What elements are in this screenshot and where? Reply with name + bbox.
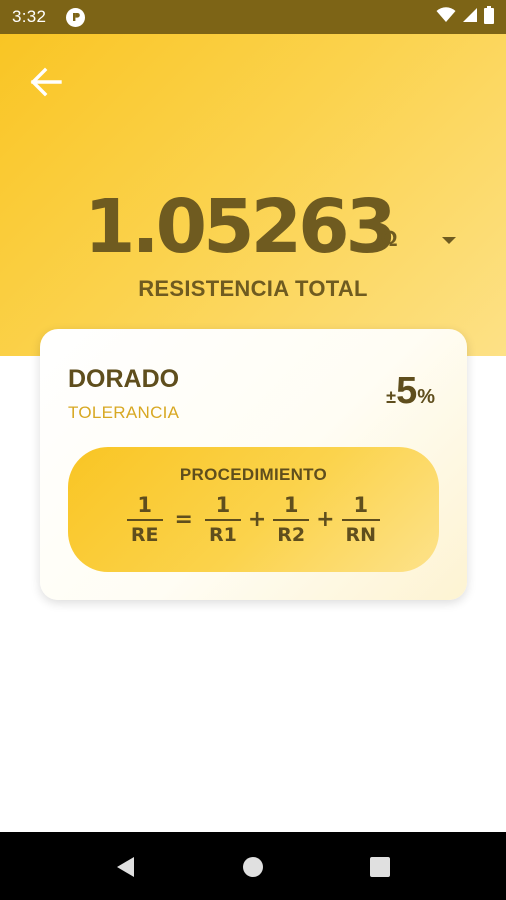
tolerance-card: DORADO TOLERANCIA ± 5 % PROCEDIMIENTO 1 … [40,329,467,600]
fraction-numerator: 1 [215,493,231,517]
nav-recents-button[interactable] [367,854,393,880]
formula-term-r2: 1 R2 [273,493,310,547]
app-notification-icon [66,7,86,27]
equals-sign: = [174,507,193,532]
band-subtitle: TOLERANCIA [68,403,180,422]
fraction-denominator: R1 [208,524,237,546]
tolerance-number: 5 [396,370,418,412]
procedure-panel: PROCEDIMIENTO 1 RE = 1 R1 + 1 R2 + 1 RN [68,447,439,572]
system-nav-bar [0,832,506,900]
result-label: RESISTENCIA TOTAL [138,276,368,301]
battery-icon [484,5,494,29]
back-triangle-icon [117,857,134,877]
band-name: DORADO [68,365,180,393]
plus-sign: + [316,507,335,532]
status-icons [436,5,494,29]
formula: 1 RE = 1 R1 + 1 R2 + 1 RN [68,493,439,547]
status-bar: 3:32 [0,0,506,34]
fraction-denominator: RN [345,524,377,546]
fraction-numerator: 1 [283,493,299,517]
fraction-denominator: R2 [277,524,306,546]
fraction-bar [204,519,241,521]
formula-term-r1: 1 R1 [204,493,241,547]
tolerance-suffix: % [417,386,435,408]
cell-signal-icon [462,7,478,28]
formula-lhs-fraction: 1 RE [126,493,163,547]
result-row: 1.05263 Ω [0,174,506,274]
formula-term-rn: 1 RN [341,493,381,547]
status-time: 3:32 [12,7,47,26]
fraction-bar [341,519,381,521]
plus-sign: + [247,507,267,532]
recents-square-icon [370,857,390,877]
wifi-icon [436,6,456,28]
fraction-bar [273,519,310,521]
arrow-left-icon [30,67,62,97]
home-circle-icon [243,857,263,877]
back-button[interactable] [26,62,66,102]
fraction-bar [126,519,163,521]
caret-down-icon [442,237,456,244]
fraction-denominator: RE [130,524,159,546]
fraction-numerator: 1 [137,493,153,517]
unit-dropdown-button[interactable] [440,234,458,248]
nav-back-button[interactable] [112,854,138,880]
result-value: 1.05263 [84,184,397,270]
result-unit: Ω [380,226,398,251]
procedure-title: PROCEDIMIENTO [179,465,328,484]
fraction-numerator: 1 [353,493,369,517]
tolerance-value: ± 5 % [386,371,435,411]
tolerance-prefix: ± [386,387,397,407]
nav-home-button[interactable] [240,854,266,880]
result-header: 1.05263 Ω RESISTENCIA TOTAL [0,34,506,356]
